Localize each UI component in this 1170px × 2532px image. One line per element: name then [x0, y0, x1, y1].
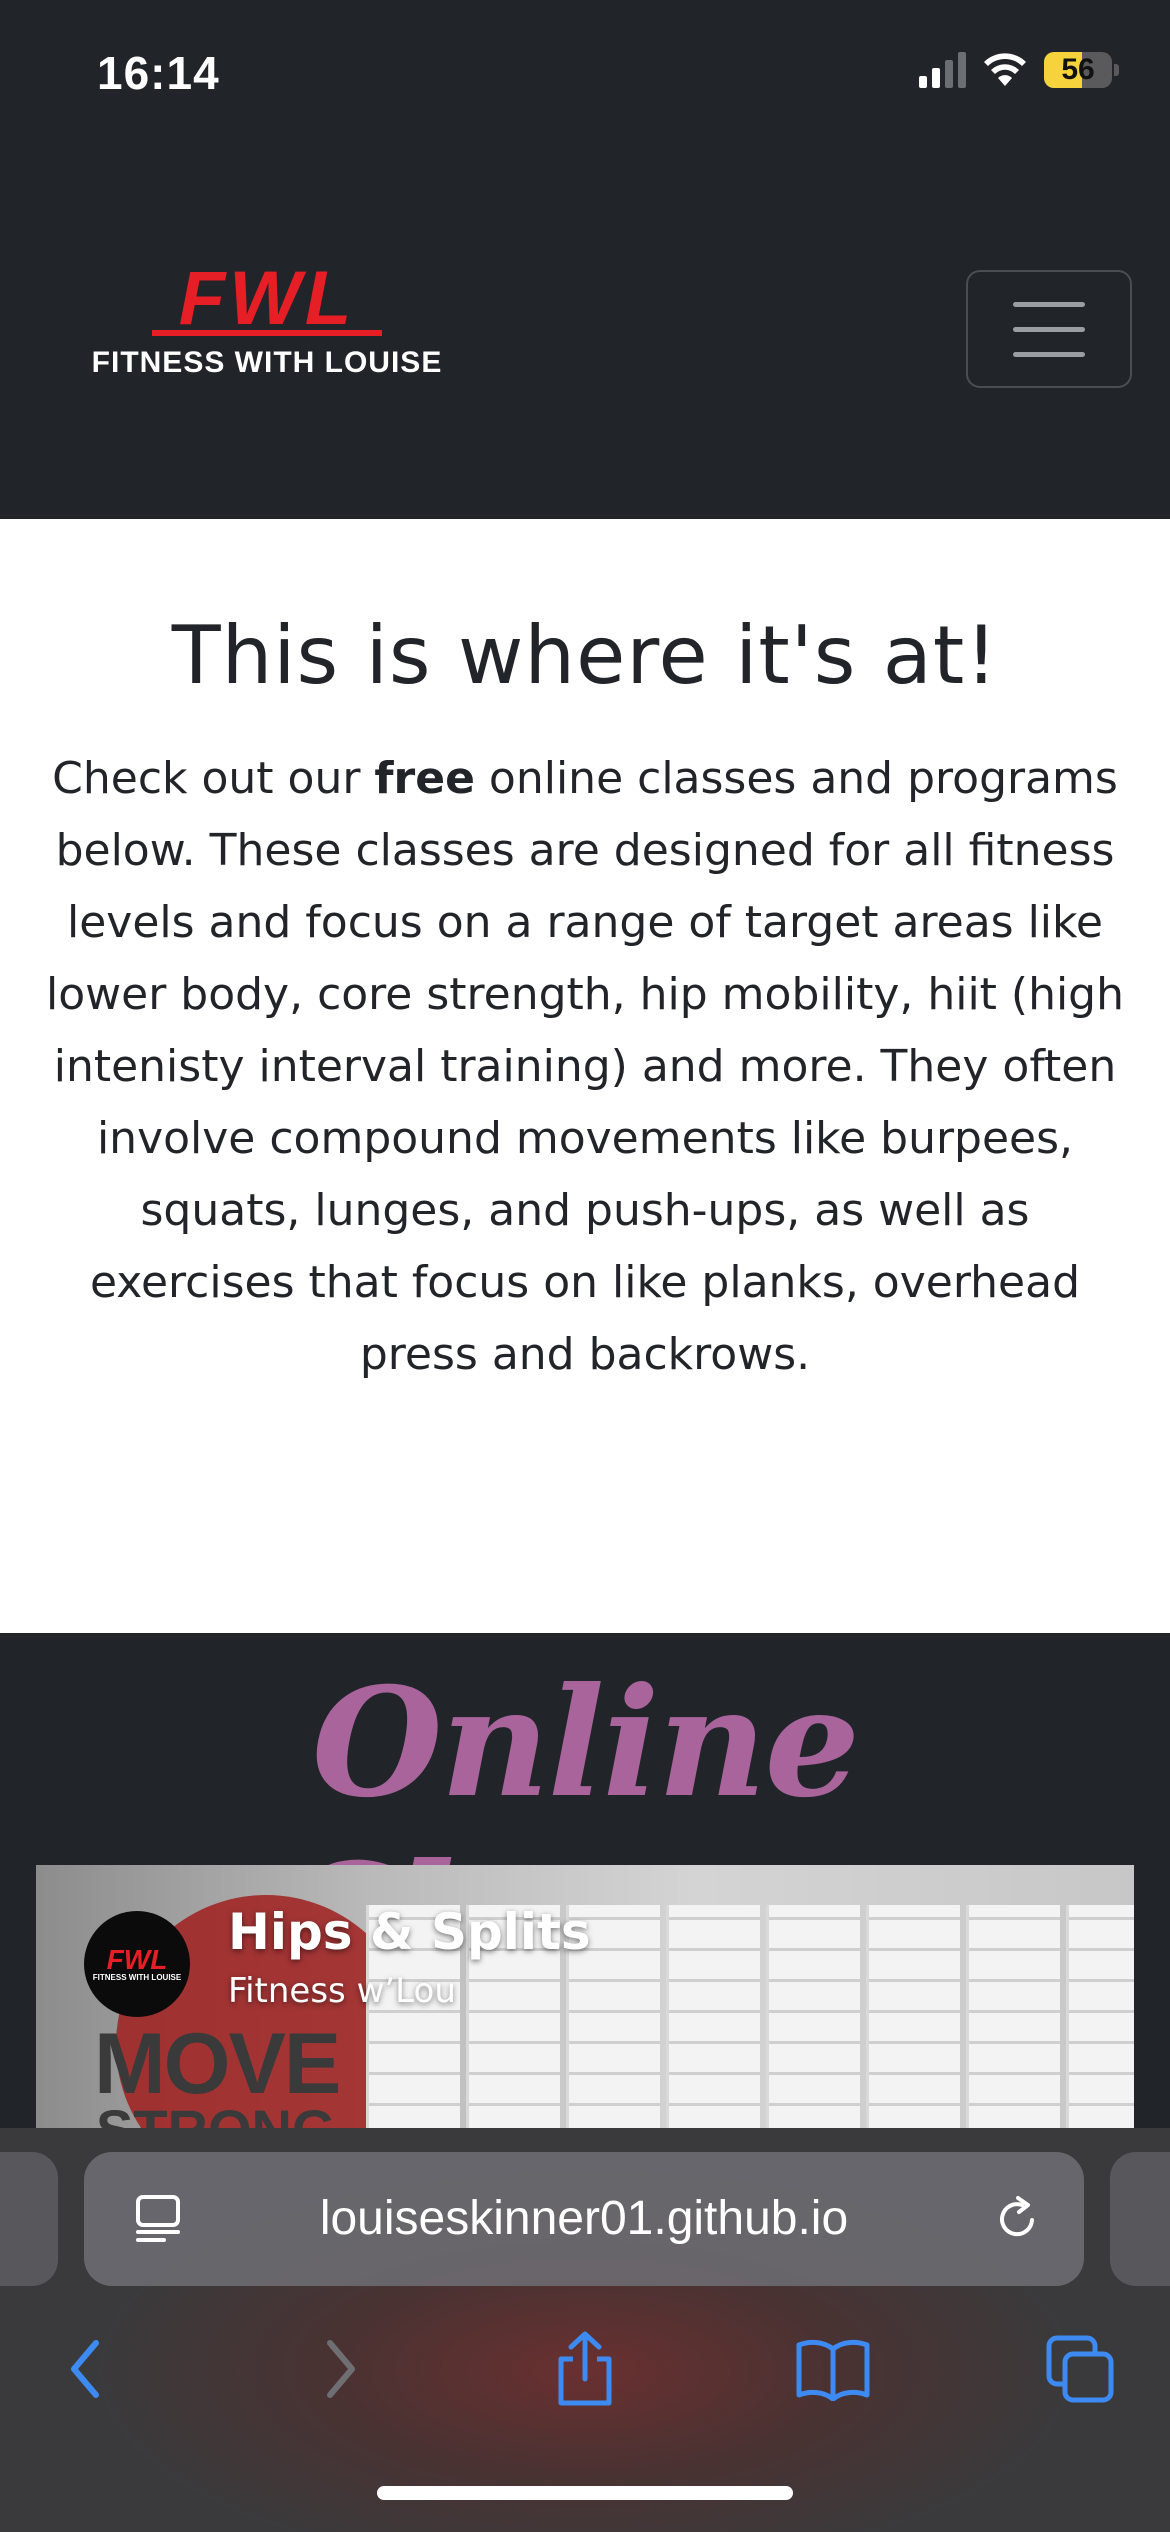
hamburger-line	[1013, 326, 1085, 332]
share-icon	[558, 2331, 612, 2406]
video-embed-hips-splits[interactable]: MOVE STRONG FWL FITNESS WITH LOUISE Hips…	[36, 1865, 1134, 2133]
online-classes-section: Online Classes MOVE STRONG FWL FITNESS W…	[0, 1633, 1170, 2133]
intro-section: This is where it's at! Check out our fre…	[0, 519, 1170, 1633]
url-text[interactable]: louiseskinner01.github.io	[84, 2152, 1084, 2286]
battery-icon: 56	[1044, 52, 1119, 88]
intro-text-free: free	[374, 753, 475, 804]
menu-toggle-button[interactable]	[966, 270, 1132, 388]
hamburger-line	[1013, 351, 1085, 357]
chevron-right-icon	[327, 2340, 355, 2398]
channel-avatar[interactable]: FWL FITNESS WITH LOUISE	[84, 1911, 190, 2017]
tabs-button[interactable]	[1040, 2324, 1120, 2414]
hamburger-line	[1013, 301, 1085, 307]
tabs-icon	[1046, 2335, 1114, 2403]
book-icon	[796, 2339, 870, 2401]
next-tab-preview[interactable]	[1110, 2152, 1170, 2286]
wifi-icon	[984, 53, 1026, 86]
home-indicator[interactable]	[377, 2486, 793, 2500]
browser-nav-row	[0, 2324, 1170, 2444]
browser-toolbar: louiseskinner01.github.io	[0, 2128, 1170, 2532]
share-button[interactable]	[545, 2324, 625, 2414]
battery-level: 56	[1061, 53, 1095, 86]
status-icons: 56	[919, 52, 1119, 88]
status-time: 16:14	[97, 47, 220, 99]
cellular-signal-icon	[919, 52, 966, 88]
forward-button[interactable]	[300, 2324, 380, 2414]
intro-heading: This is where it's at!	[171, 609, 999, 702]
video-title[interactable]: Hips & Splits	[228, 1903, 591, 1961]
logo-mark: FWL	[178, 256, 356, 341]
avatar-mark: FWL	[106, 1943, 168, 1975]
avatar-subtitle: FITNESS WITH LOUISE	[92, 1972, 182, 1982]
reload-icon[interactable]	[992, 2194, 1042, 2244]
chevron-left-icon	[71, 2340, 99, 2398]
video-channel-name[interactable]: Fitness w’Lou	[228, 1971, 456, 2011]
previous-tab-preview[interactable]	[0, 2152, 58, 2286]
intro-paragraph: Check out our free online classes and pr…	[34, 743, 1136, 1391]
back-button[interactable]	[46, 2324, 126, 2414]
logo-subtitle: FITNESS WITH LOUISE	[91, 346, 443, 379]
fwl-logo[interactable]: FWL FITNESS WITH LOUISE	[54, 256, 480, 380]
address-bar[interactable]: louiseskinner01.github.io	[84, 2152, 1084, 2286]
intro-text-rest: online classes and programs below. These…	[46, 753, 1124, 1380]
bookmarks-button[interactable]	[793, 2324, 873, 2414]
intro-text-start: Check out our	[52, 753, 375, 804]
